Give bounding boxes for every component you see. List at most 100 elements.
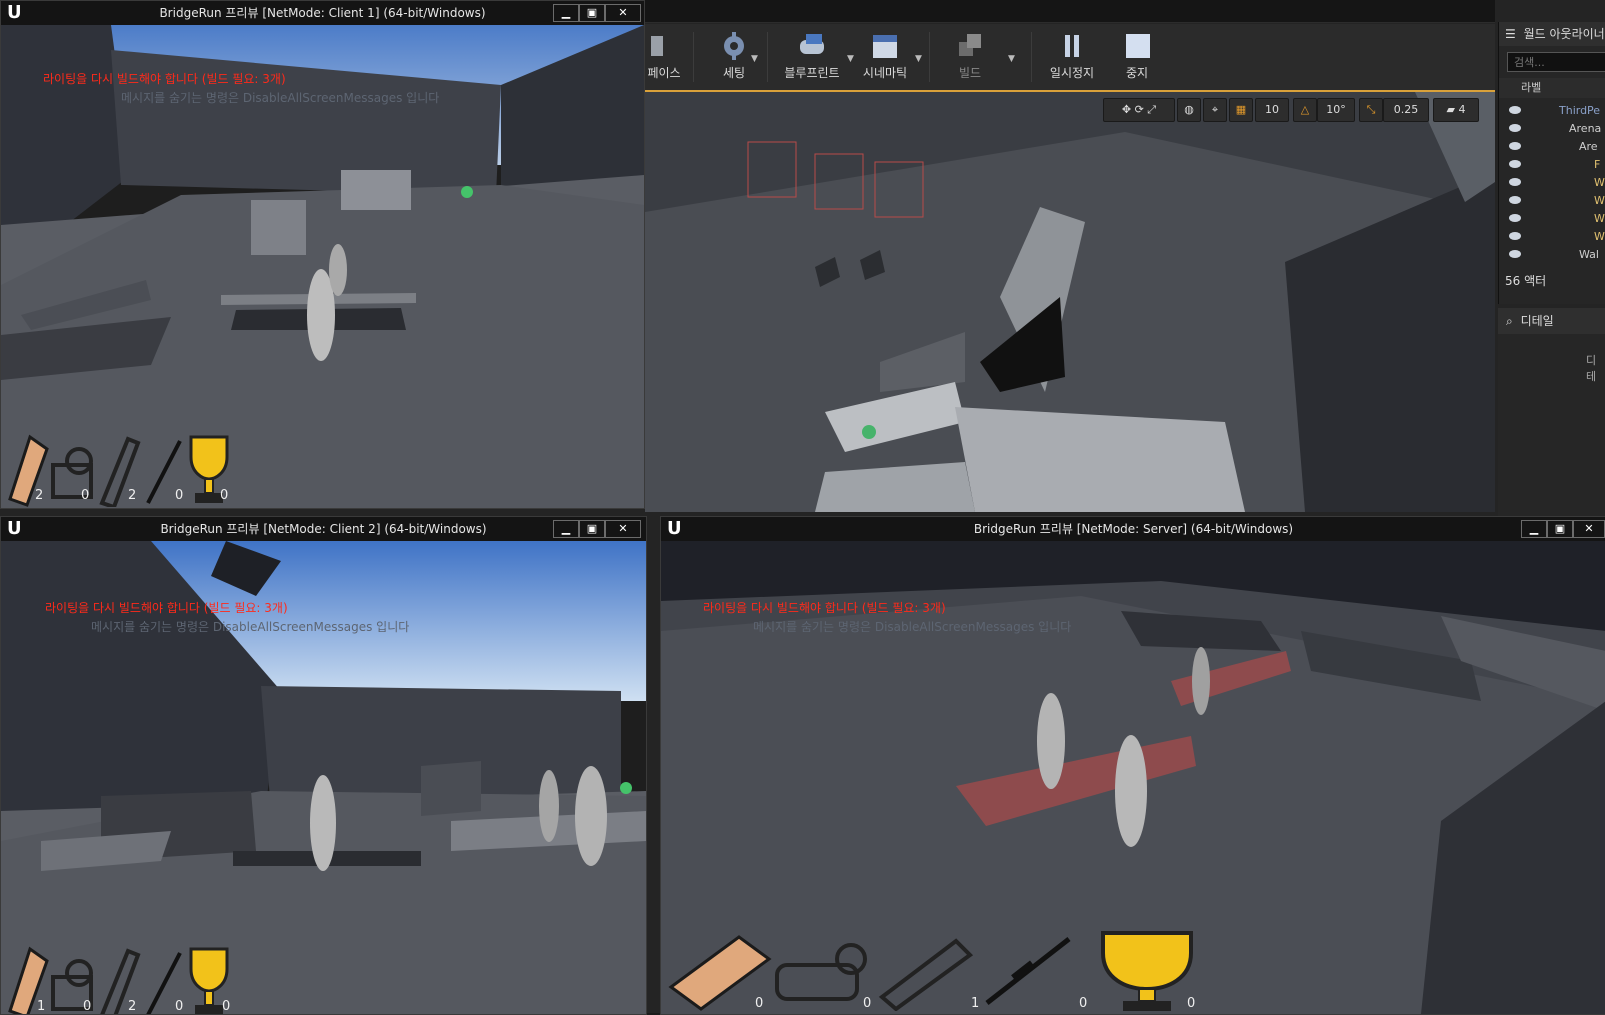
minimize-button[interactable]: ▁ xyxy=(1521,520,1547,538)
toolbar-settings-button[interactable]: 세팅 xyxy=(697,28,771,88)
pie-window-title: BridgeRun 프리뷰 [NetMode: Client 1] (64-bi… xyxy=(159,6,486,20)
hud-count-wood: 0 xyxy=(755,996,764,1011)
cinematic-dropdown-arrow-icon[interactable]: ▼ xyxy=(915,54,922,64)
build-dropdown-arrow-icon[interactable]: ▼ xyxy=(1008,54,1015,64)
toolbar-blueprint-button[interactable]: 블루프린트 xyxy=(775,28,849,88)
editor-menu-bar xyxy=(645,0,1495,23)
close-button[interactable]: ✕ xyxy=(605,4,641,22)
outliner-item-label: F xyxy=(1594,158,1601,171)
toolbar-pause-button[interactable]: 일시정지 xyxy=(1035,28,1109,88)
pie-window-titlebar[interactable]: U BridgeRun 프리뷰 [NetMode: Server] (64-bi… xyxy=(661,517,1605,541)
pie-window-server[interactable]: U BridgeRun 프리뷰 [NetMode: Server] (64-bi… xyxy=(660,516,1605,1015)
rope-roll-icon xyxy=(775,943,867,1001)
surface-snap-icon[interactable]: ⌖ xyxy=(1203,98,1227,122)
pie-window-title: BridgeRun 프리뷰 [NetMode: Client 2] (64-bi… xyxy=(160,522,487,536)
hud-count-trophy: 0 xyxy=(220,488,229,503)
toolbar-blueprint-label: 블루프린트 xyxy=(784,66,840,80)
visibility-eye-icon[interactable] xyxy=(1509,142,1521,150)
minimize-button[interactable]: ▁ xyxy=(553,4,579,22)
toolbar-cinematic-button[interactable]: 시네마틱 xyxy=(848,28,922,88)
details-hint: 디테 xyxy=(1586,354,1597,383)
build-cubes-icon xyxy=(959,34,981,56)
world-outliner-header: ☰ 월드 아웃라이너 xyxy=(1499,22,1605,46)
close-button[interactable]: ✕ xyxy=(605,520,641,538)
game-scene-server[interactable]: 라이팅을 다시 빌드해야 합니다 (빌드 필요: 3개) 메시지를 숨기는 명령… xyxy=(661,541,1605,1014)
grid-snap-value[interactable]: 10 xyxy=(1255,98,1289,122)
outliner-item-label: Are xyxy=(1579,140,1598,153)
game-scene-client-1[interactable]: 라이팅을 다시 빌드해야 합니다 (빌드 필요: 3개) 메시지를 숨기는 명령… xyxy=(1,25,644,508)
scale-snap-icon[interactable]: ⤡ xyxy=(1359,98,1383,122)
outliner-row[interactable]: Are xyxy=(1499,138,1605,156)
screen-message-hint: 메시지를 숨기는 명령은 DisableAllScreenMessages 입니… xyxy=(91,620,410,634)
details-panel: ⌕ 디테일 디테 xyxy=(1498,308,1605,518)
outliner-row[interactable]: W xyxy=(1499,174,1605,192)
telescope-icon xyxy=(878,938,974,1011)
pie-window-client-1[interactable]: U BridgeRun 프리뷰 [NetMode: Client 1] (64-… xyxy=(0,0,645,509)
toolbar-stop-button[interactable]: 중지 xyxy=(1100,28,1174,88)
blueprint-controller-icon xyxy=(800,34,824,54)
clapper-icon xyxy=(873,35,897,58)
close-button[interactable]: ✕ xyxy=(1573,520,1605,538)
stop-icon xyxy=(1126,34,1150,58)
hud-count-telescope: 2 xyxy=(128,488,137,503)
visibility-eye-icon[interactable] xyxy=(1509,196,1521,204)
rotation-snap-icon[interactable]: △ xyxy=(1293,98,1317,122)
hud-count-wood: 1 xyxy=(37,999,46,1014)
pie-window-client-2[interactable]: U BridgeRun 프리뷰 [NetMode: Client 2] (64-… xyxy=(0,516,647,1015)
outliner-row[interactable]: W xyxy=(1499,228,1605,246)
outliner-item-label: Wal xyxy=(1579,248,1599,261)
outliner-item-label: ThirdPe xyxy=(1559,104,1601,117)
transform-mode-buttons[interactable]: ✥ ⟳ ⤢ xyxy=(1103,98,1175,122)
visibility-eye-icon[interactable] xyxy=(1509,214,1521,222)
outliner-item-label: W xyxy=(1594,230,1605,243)
settings-dropdown-arrow-icon[interactable]: ▼ xyxy=(751,54,758,64)
grid-snap-icon[interactable]: ▦ xyxy=(1229,98,1253,122)
outliner-item-label: W xyxy=(1594,194,1605,207)
visibility-eye-icon[interactable] xyxy=(1509,160,1521,168)
camera-speed-value[interactable]: ▰ 4 xyxy=(1433,98,1479,122)
settings-gear-icon xyxy=(724,32,744,60)
editor-toolbar: 페이스 세팅 ▼ 블루프린트 ▼ 시네마틱 ▼ 빌드 ▼ 일시정지 중지 xyxy=(645,24,1495,92)
outliner-row[interactable]: ThirdPe xyxy=(1499,102,1605,120)
outliner-row[interactable]: W xyxy=(1499,192,1605,210)
trophy-icon xyxy=(1101,931,1193,1011)
pie-window-titlebar[interactable]: U BridgeRun 프리뷰 [NetMode: Client 2] (64-… xyxy=(1,517,646,541)
minimize-button[interactable]: ▁ xyxy=(553,520,579,538)
outliner-row[interactable]: W xyxy=(1499,210,1605,228)
visibility-eye-icon[interactable] xyxy=(1509,106,1521,114)
visibility-eye-icon[interactable] xyxy=(1509,178,1521,186)
lighting-rebuild-warning: 라이팅을 다시 빌드해야 합니다 (빌드 필요: 3개) xyxy=(43,72,286,86)
outliner-item-label: W xyxy=(1594,176,1605,189)
outliner-list-icon: ☰ xyxy=(1505,27,1516,41)
world-outliner-panel: ☰ 월드 아웃라이너 검색... 라벨 ThirdPe Arena Are F … xyxy=(1498,22,1605,304)
outliner-row[interactable]: F xyxy=(1499,156,1605,174)
world-space-icon[interactable]: ◍ xyxy=(1177,98,1201,122)
maximize-button[interactable]: ▣ xyxy=(579,4,605,22)
game-scene-client-2[interactable]: 라이팅을 다시 빌드해야 합니다 (빌드 필요: 3개) 메시지를 숨기는 명령… xyxy=(1,541,646,1014)
visibility-eye-icon[interactable] xyxy=(1509,232,1521,240)
level-viewport[interactable]: ✥ ⟳ ⤢ ◍ ⌖ ▦ 10 △ 10° ⤡ 0.25 ▰ 4 xyxy=(645,92,1495,512)
outliner-column-label: 라벨 xyxy=(1521,81,1542,94)
details-header: ⌕ 디테일 xyxy=(1498,308,1605,334)
visibility-eye-icon[interactable] xyxy=(1509,124,1521,132)
scale-snap-value[interactable]: 0.25 xyxy=(1383,98,1429,122)
outliner-search-input[interactable]: 검색... xyxy=(1507,52,1605,72)
rotation-snap-value[interactable]: 10° xyxy=(1317,98,1355,122)
toolbar-pause-label: 일시정지 xyxy=(1049,66,1095,80)
hud-count-rifle: 0 xyxy=(175,999,184,1014)
outliner-label-column[interactable]: 라벨 xyxy=(1499,78,1605,98)
toolbar-build-button[interactable]: 빌드 xyxy=(933,28,1007,88)
maximize-button[interactable]: ▣ xyxy=(1547,520,1573,538)
visibility-eye-icon[interactable] xyxy=(1509,250,1521,258)
hud-count-trophy: 0 xyxy=(1187,996,1196,1011)
outliner-item-label: W xyxy=(1594,212,1605,225)
hud-count-telescope: 2 xyxy=(128,999,137,1014)
toolbar-stop-label: 중지 xyxy=(1125,66,1149,80)
outliner-row[interactable]: Wal xyxy=(1499,246,1605,264)
camera-speed-number: 4 xyxy=(1458,103,1466,116)
hud-count-rope: 0 xyxy=(863,996,872,1011)
pie-window-titlebar[interactable]: U BridgeRun 프리뷰 [NetMode: Client 1] (64-… xyxy=(1,1,644,25)
maximize-button[interactable]: ▣ xyxy=(579,520,605,538)
outliner-row[interactable]: Arena xyxy=(1499,120,1605,138)
hud-count-wood: 2 xyxy=(35,488,44,503)
